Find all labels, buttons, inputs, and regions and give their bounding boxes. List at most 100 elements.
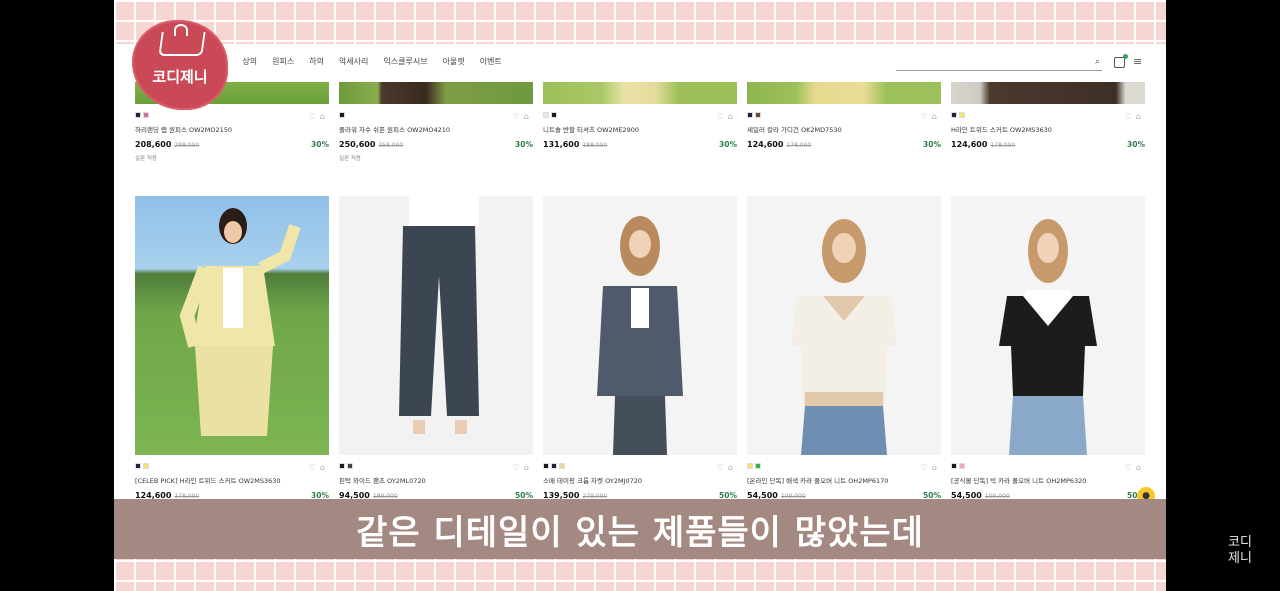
color-swatch[interactable] [747,112,753,118]
cart-icon[interactable]: ⌂ [320,463,329,472]
menu-item-outlet[interactable]: 아울렛 [443,56,465,67]
discount-rate: 30% [923,140,941,149]
logo-text: 코디제니 [152,68,208,86]
product-name[interactable]: H라인 트위드 스커트 OW2MS3630 [951,124,1147,134]
price-row: 131,600 188,000 30% [543,140,739,150]
cart-icon[interactable]: ⌂ [1136,463,1145,472]
product-name[interactable]: [온라인 단독] 배색 카라 풀오버 니트 OH2MP6170 [747,475,943,485]
product-card-meta: ♡⌂ 플라워 자수 쉬폰 원피스 OW2MO4210 250,600 358,00… [339,112,535,162]
card-actions: ♡⌂ [921,112,941,121]
product-image[interactable] [747,82,941,104]
product-image[interactable] [339,196,533,455]
search-icon[interactable]: ⌕ [1095,57,1100,67]
color-swatch[interactable] [959,463,965,469]
price-row: 124,600 178,000 30% [951,140,1147,150]
price-row: 250,600 358,000 30% [339,140,535,150]
heart-icon[interactable]: ♡ [717,112,728,121]
product-name[interactable]: 세일러 칼라 가디건 OK2MD7530 [747,124,943,134]
color-swatch[interactable] [755,463,761,469]
product-name[interactable]: 핀턱 와이드 팬츠 OY2ML0720 [339,475,535,485]
color-swatches [543,112,739,119]
color-swatch[interactable] [951,112,957,118]
color-swatch[interactable] [135,463,141,469]
heart-icon[interactable]: ♡ [309,463,320,472]
color-swatch[interactable] [959,112,965,118]
cart-icon[interactable]: ⌂ [320,112,329,121]
sale-price: 124,600 [747,140,784,149]
cart-icon[interactable]: ⌂ [728,463,737,472]
sale-price: 124,600 [951,140,988,149]
heart-icon[interactable]: ♡ [921,463,932,472]
discount-rate: 30% [719,140,737,149]
color-swatch[interactable] [551,463,557,469]
card-actions: ♡⌂ [513,463,533,472]
product-name[interactable]: 니트솔 반팔 티셔츠 OW2ME2900 [543,124,739,134]
color-swatch[interactable] [339,112,345,118]
cart-icon[interactable]: ⌂ [1136,112,1145,121]
menu-item-bottom[interactable]: 하의 [309,56,324,67]
product-card-meta: ♡⌂ [공식몰 단독] 빅 카라 풀오버 니트 OH2MP6320 54,500… [951,463,1147,500]
color-swatches [951,463,1147,470]
menu-item-dress[interactable]: 원피스 [272,56,294,67]
product-name[interactable]: 하리랜딩 랩 원피스 OW2MO2150 [135,124,331,134]
product-card-meta: ♡⌂ 핀턱 와이드 팬츠 OY2ML0720 94,500 189,000 50% [339,463,535,500]
shopping-bag-icon[interactable] [1114,54,1128,68]
product-image[interactable] [951,196,1145,455]
color-swatch[interactable] [347,463,353,469]
product-image[interactable] [543,82,737,104]
product-image[interactable] [339,82,533,104]
product-card-meta: ♡⌂ 하리랜딩 랩 원피스 OW2MO2150 208,600 298,000 30… [135,112,331,162]
product-image[interactable] [747,196,941,455]
product-name[interactable]: 소매 테이핑 크롭 자켓 OY2MJ0720 [543,475,739,485]
product-card-meta: ♡⌂ [CELEB PICK] H라인 트위드 스커트 OW2MS3630 12… [135,463,331,500]
cart-icon[interactable]: ⌂ [524,112,533,121]
color-swatch[interactable] [755,112,761,118]
menu-item-top[interactable]: 상의 [242,56,257,67]
card-actions: ♡⌂ [921,463,941,472]
color-swatches [339,112,535,119]
heart-icon[interactable]: ♡ [1125,463,1136,472]
cart-icon[interactable]: ⌂ [932,463,941,472]
color-swatch[interactable] [551,112,557,118]
cart-icon[interactable]: ⌂ [728,112,737,121]
heart-icon[interactable]: ♡ [309,112,320,121]
search-input[interactable]: ⌕ [896,57,1102,71]
heart-icon[interactable]: ♡ [921,112,932,121]
color-swatches [135,463,331,470]
heart-icon[interactable]: ♡ [513,112,524,121]
color-swatch[interactable] [135,112,141,118]
cart-icon[interactable]: ⌂ [932,112,941,121]
card-actions: ♡⌂ [717,463,737,472]
product-image[interactable] [951,82,1145,104]
product-image[interactable] [543,196,737,455]
model-figure [597,216,683,455]
card-actions: ♡⌂ [1125,463,1145,472]
color-swatch[interactable] [951,463,957,469]
price-row: 208,600 298,000 30% [135,140,331,150]
color-swatch[interactable] [339,463,345,469]
menu-item-exclusive[interactable]: 익스클루시브 [383,56,427,67]
heart-icon[interactable]: ♡ [717,463,728,472]
cart-icon[interactable]: ⌂ [524,463,533,472]
color-swatch[interactable] [559,463,565,469]
product-name[interactable]: 플라워 자수 쉬폰 원피스 OW2MO4210 [339,124,535,134]
color-swatch[interactable] [747,463,753,469]
color-swatch[interactable] [143,112,149,118]
heart-icon[interactable]: ♡ [1125,112,1136,121]
model-figure [999,219,1097,455]
heart-icon[interactable]: ♡ [513,463,524,472]
product-image[interactable] [135,196,329,455]
menu-item-accessory[interactable]: 악세사리 [339,56,368,67]
card-actions: ♡⌂ [1125,112,1145,121]
product-name[interactable]: [CELEB PICK] H라인 트위드 스커트 OW2MS3630 [135,475,331,485]
card-actions: ♡⌂ [309,112,329,121]
color-swatch[interactable] [543,463,549,469]
original-price: 188,000 [582,142,608,149]
original-price: 298,000 [174,142,200,149]
hamburger-icon[interactable]: ≡ [1133,55,1142,68]
menu-item-event[interactable]: 이벤트 [480,56,502,67]
color-swatch[interactable] [543,112,549,118]
color-swatch[interactable] [143,463,149,469]
product-name[interactable]: [공식몰 단독] 빅 카라 풀오버 니트 OH2MP6320 [951,475,1147,485]
pants-figure [399,196,479,434]
